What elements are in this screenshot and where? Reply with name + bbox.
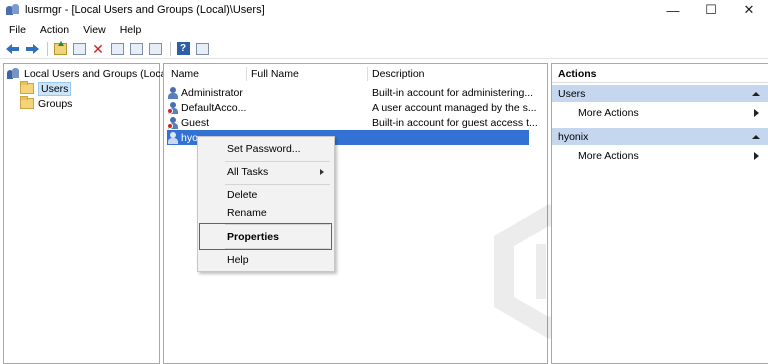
submenu-arrow-icon	[754, 109, 759, 117]
column-header-name[interactable]: Name	[171, 66, 199, 82]
column-header-full-name[interactable]: Full Name	[251, 66, 299, 82]
up-folder-icon	[53, 40, 67, 55]
user-description: A user account managed by the s...	[372, 101, 537, 114]
actions-group-hyonix[interactable]: hyonix	[552, 127, 768, 145]
up-one-level-button[interactable]	[52, 40, 68, 57]
console-view-button[interactable]	[194, 41, 210, 57]
menu-item-help[interactable]: Help	[198, 251, 334, 269]
delete-button[interactable]: ✕	[90, 41, 106, 57]
user-description: Built-in account for guest access t...	[372, 116, 538, 129]
menu-separator	[225, 184, 330, 185]
user-description: Built-in account for administering...	[372, 86, 534, 99]
tree-item-users[interactable]: Users	[20, 81, 72, 96]
folder-icon	[20, 81, 34, 94]
tree-item-label: Users	[38, 81, 72, 96]
actions-pane: Actions Users More Actions hyonix More A…	[551, 63, 768, 364]
column-separator[interactable]	[246, 67, 247, 81]
properties-icon	[110, 42, 124, 55]
menu-action[interactable]: Action	[33, 24, 76, 36]
submenu-arrow-icon	[754, 152, 759, 160]
more-actions-label: More Actions	[578, 107, 639, 119]
table-row[interactable]: Administrator Built-in account for admin…	[167, 85, 533, 100]
user-name: DefaultAcco...	[181, 101, 247, 114]
menu-separator	[225, 161, 330, 162]
user-name: Administrator	[181, 86, 243, 99]
title-bar: lusrmgr - [Local Users and Groups (Local…	[0, 0, 768, 20]
actions-group-label: Users	[558, 87, 586, 100]
disabled-user-icon	[167, 101, 179, 114]
forward-button[interactable]	[24, 41, 40, 57]
window-title: lusrmgr - [Local Users and Groups (Local…	[25, 4, 265, 16]
toolbar-separator	[170, 41, 171, 56]
back-button[interactable]	[5, 41, 21, 57]
toolbar: ✕ ?	[0, 39, 768, 59]
menu-item-rename[interactable]: Rename	[198, 204, 334, 222]
toolbar-separator	[47, 41, 48, 56]
menu-file[interactable]: File	[0, 24, 33, 36]
maximize-button[interactable]: ☐	[692, 0, 730, 20]
show-hide-tree-button[interactable]	[71, 41, 87, 57]
collapse-arrow-icon	[752, 135, 760, 139]
collapse-arrow-icon	[752, 92, 760, 96]
menu-bar: File Action View Help	[0, 21, 148, 39]
menu-item-label: All Tasks	[227, 166, 269, 178]
console-view-icon	[195, 42, 209, 55]
user-icon	[167, 86, 179, 99]
more-actions-label: More Actions	[578, 150, 639, 162]
tree-item-groups[interactable]: Groups	[20, 96, 72, 111]
window-controls: — ☐ ✕	[654, 0, 768, 20]
help-button[interactable]: ?	[175, 41, 191, 57]
disabled-user-icon	[167, 116, 179, 129]
menu-item-all-tasks[interactable]: All Tasks	[198, 163, 334, 181]
tree-item-label: Groups	[38, 97, 73, 110]
more-actions-users[interactable]: More Actions	[578, 105, 768, 121]
tree-pane: Local Users and Groups (Local) Users Gro…	[3, 63, 172, 364]
table-row[interactable]: Guest Built-in account for guest access …	[167, 115, 538, 130]
back-arrow-icon	[6, 43, 20, 54]
help-icon: ?	[176, 42, 190, 55]
menu-help[interactable]: Help	[113, 24, 149, 36]
submenu-arrow-icon	[320, 169, 324, 175]
menu-item-delete[interactable]: Delete	[198, 186, 334, 204]
minimize-button[interactable]: —	[654, 0, 692, 20]
forward-arrow-icon	[25, 43, 39, 54]
folder-icon	[20, 96, 34, 109]
close-button[interactable]: ✕	[730, 0, 768, 20]
menu-item-set-password[interactable]: Set Password...	[198, 140, 334, 158]
refresh-button[interactable]	[128, 41, 144, 57]
tree-root[interactable]: Local Users and Groups (Local)	[7, 66, 172, 81]
column-separator[interactable]	[367, 67, 368, 81]
column-header-description[interactable]: Description	[372, 66, 425, 82]
user-name: Guest	[181, 116, 210, 129]
table-row[interactable]: DefaultAcco... A user account managed by…	[167, 100, 537, 115]
actions-group-label: hyonix	[558, 130, 589, 143]
users-app-icon	[6, 3, 20, 17]
actions-group-users[interactable]: Users	[552, 84, 768, 102]
more-actions-hyonix[interactable]: More Actions	[578, 148, 768, 164]
delete-icon: ✕	[92, 40, 104, 57]
users-group-icon	[7, 67, 20, 80]
menu-view[interactable]: View	[76, 24, 113, 36]
user-icon	[167, 131, 179, 144]
context-menu: Set Password... All Tasks Delete Rename …	[197, 136, 335, 272]
show-hide-tree-icon	[72, 42, 86, 55]
properties-highlight-box	[199, 223, 332, 250]
refresh-icon	[129, 42, 143, 55]
export-icon	[148, 42, 162, 55]
actions-title: Actions	[552, 65, 768, 83]
properties-button[interactable]	[109, 41, 125, 57]
export-button[interactable]	[147, 41, 163, 57]
tree-root-label: Local Users and Groups (Local)	[24, 67, 173, 80]
